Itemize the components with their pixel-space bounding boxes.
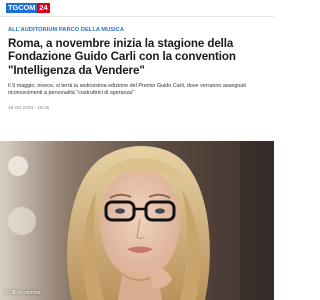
article-category[interactable]: ALL'AUDITORIUM PARCO DELLA MUSICA [8,27,268,34]
article-header: ALL'AUDITORIUM PARCO DELLA MUSICA Roma, … [0,17,274,112]
logo-24-text: 24 [37,3,50,13]
article-headline: Roma, a novembre inizia la stagione dell… [8,37,236,77]
article-summary: Il 9 maggio, invece, si terrà la sedices… [8,83,246,97]
site-header: TGCOM 24 [0,0,274,17]
article-photo: © Ufficio stampa [0,141,274,300]
photo-credit: © Ufficio stampa [4,290,41,296]
article-date: 18 Ott 2024 - 16:36 [8,105,50,111]
logo-tgcom-text: TGCOM [6,3,38,13]
tgcom24-logo[interactable]: TGCOM 24 [6,3,50,13]
portrait-image [0,141,274,300]
